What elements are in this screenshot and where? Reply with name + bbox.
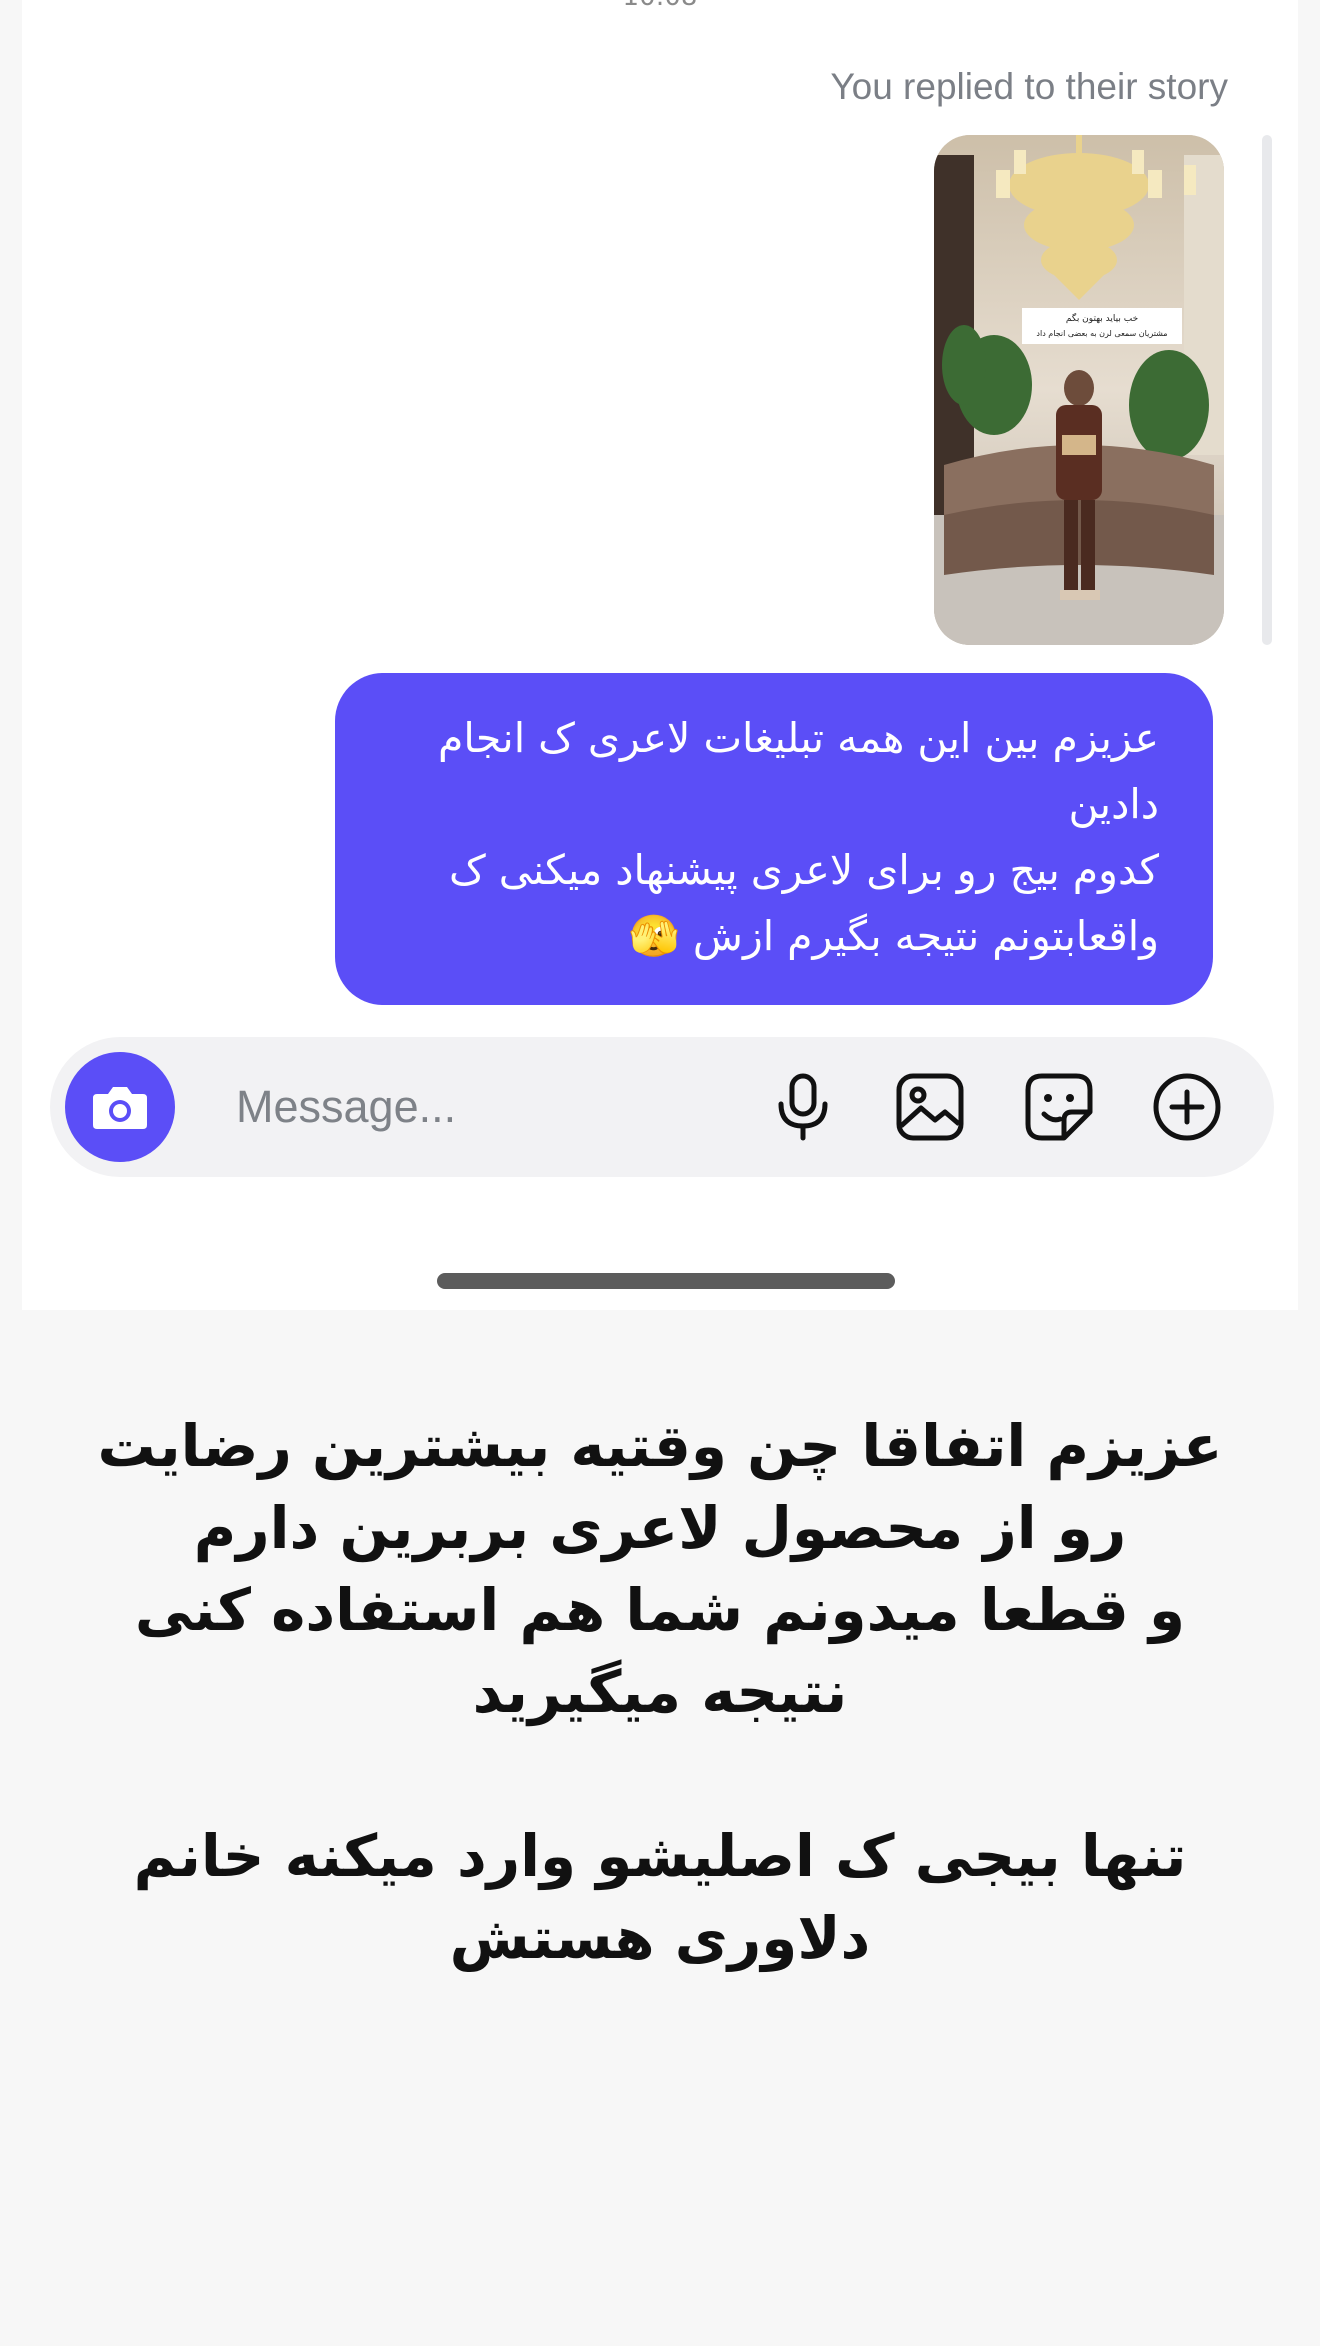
camera-icon bbox=[93, 1087, 147, 1129]
caption-line: عزیزم اتفاقا چن وقتیه بیشترین رضایت bbox=[97, 1412, 1223, 1480]
sticker-icon bbox=[1025, 1073, 1093, 1141]
caption-line: و قطعا میدونم شما هم استفاده کنی bbox=[134, 1576, 1186, 1644]
thumbnail-caption-line2: مشتریان سمعی لرن به بعضی انجام داد bbox=[1036, 329, 1167, 338]
gallery-button[interactable] bbox=[893, 1070, 967, 1144]
camera-button[interactable] bbox=[65, 1052, 175, 1162]
message-line: عزیزم بین این همه تبلیغات لاعری ک انجام bbox=[437, 714, 1159, 762]
status-time: 10:08 bbox=[22, 0, 1298, 12]
message-line: دادین bbox=[1068, 780, 1159, 828]
gallery-icon bbox=[896, 1073, 964, 1141]
story-thumbnail[interactable]: خب بیاید بهتون بگم مشتریان سمعی لرن به ب… bbox=[934, 135, 1224, 645]
add-icon bbox=[1153, 1073, 1221, 1141]
story-reply-label: You replied to their story bbox=[830, 66, 1228, 107]
thumbnail-caption-line1: خب بیاید بهتون بگم bbox=[1066, 312, 1138, 324]
message-composer bbox=[50, 1037, 1274, 1177]
caption-line: دلاوری هستش bbox=[449, 1904, 871, 1972]
sent-message-bubble[interactable]: عزیزم بین این همه تبلیغات لاعری ک انجام … bbox=[335, 673, 1213, 1005]
home-indicator[interactable] bbox=[437, 1273, 895, 1289]
caption-line: تنها بیجی ک اصلیشو وارد میکنه خانم bbox=[133, 1822, 1187, 1890]
reply-indicator-bar bbox=[1262, 135, 1272, 645]
microphone-button[interactable] bbox=[766, 1070, 840, 1144]
message-line: کدوم بیج رو برای لاعری پیشنهاد میکنی ک bbox=[449, 846, 1159, 894]
add-button[interactable] bbox=[1150, 1070, 1224, 1144]
caption-line: نتیجه میگیرید bbox=[472, 1658, 848, 1726]
caption-line: رو از محصول لاعری بربرین دارم bbox=[193, 1494, 1127, 1562]
sticker-button[interactable] bbox=[1022, 1070, 1096, 1144]
microphone-icon bbox=[778, 1073, 828, 1141]
message-line: واقعابتونم نتیجه بگیرم ازش 🫣 bbox=[628, 912, 1159, 960]
message-input[interactable] bbox=[236, 1067, 716, 1147]
chat-screen: 10:08 You replied to their story bbox=[22, 0, 1298, 1310]
overlay-caption: عزیزم اتفاقا چن وقتیه بیشترین رضایت رو ا… bbox=[60, 1405, 1260, 1979]
